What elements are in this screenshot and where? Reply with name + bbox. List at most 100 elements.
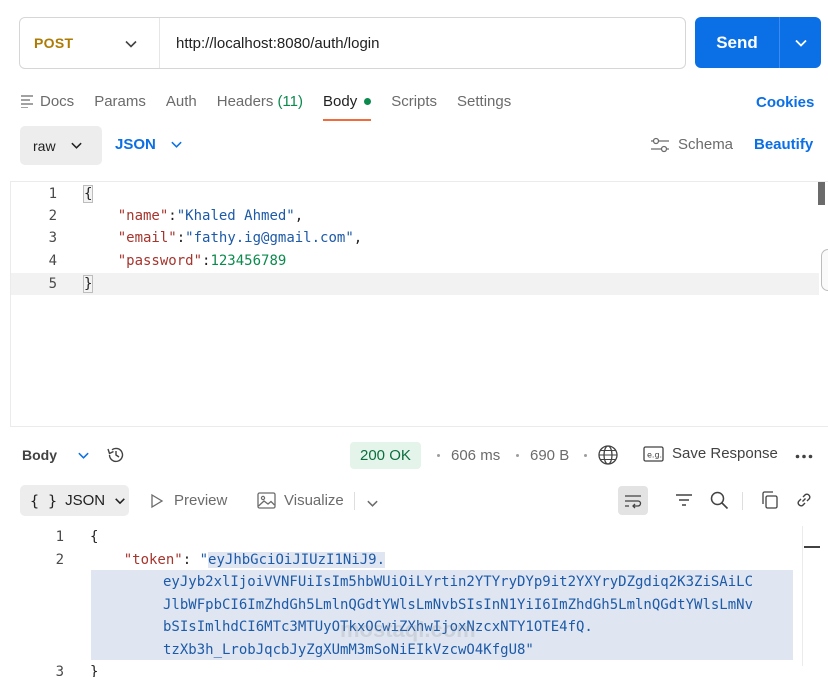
separator-dot	[584, 454, 587, 457]
body-mode-select[interactable]: raw	[20, 126, 102, 165]
request-body-editor[interactable]: 1 { 2 "name":"Khaled Ahmed", 3 "email":"…	[10, 181, 828, 427]
line-code: "token": "eyJhbGciOiJIUzI1NiJ9.	[123, 552, 386, 568]
status-badge[interactable]: 200 OK	[350, 442, 421, 469]
chevron-down-icon	[115, 497, 125, 504]
editor-line-current: 5 }	[11, 273, 819, 295]
tab-label: Headers	[216, 92, 274, 110]
body-format-select[interactable]: JSON	[115, 136, 183, 153]
request-tabs: Docs Params Auth Headers (11) Body Scrip…	[20, 88, 531, 122]
docs-icon	[21, 95, 33, 108]
line-number: 5	[48, 276, 57, 292]
tab-auth[interactable]: Auth	[166, 88, 197, 114]
visualize-label: Visualize	[284, 492, 344, 509]
response-line: 2 "token": "eyJhbGciOiJIUzI1NiJ9.	[20, 549, 800, 571]
body-modified-dot	[364, 97, 372, 105]
close-brace: }	[82, 275, 94, 293]
line-number: 3	[55, 664, 64, 677]
line-number: 2	[55, 552, 64, 568]
response-scroll-marker	[804, 546, 820, 548]
tab-label: Body	[323, 92, 358, 110]
close-brace: }	[90, 664, 99, 677]
svg-text:e.g.: e.g.	[647, 450, 662, 459]
tab-headers[interactable]: Headers (11)	[217, 88, 303, 114]
tab-label: Scripts	[391, 92, 438, 110]
image-icon	[257, 492, 276, 509]
chevron-down-icon[interactable]	[366, 497, 379, 510]
line-code: }	[82, 273, 94, 295]
search-icon[interactable]	[709, 490, 729, 510]
token-line: JlbWFpbCI6ImZhdGh5LmlnQGdtYWlsLmNvbSIsIn…	[163, 597, 754, 613]
filter-icon[interactable]	[674, 490, 694, 510]
visualize-button[interactable]: Visualize	[257, 492, 344, 509]
wrap-lines-button[interactable]	[618, 486, 648, 515]
token-line: eyJyb2xlIjoiVVNFUiIsIm5hbWUiOiLYrtin2YTY…	[163, 574, 754, 590]
line-number: 4	[48, 253, 57, 269]
open-brace: {	[82, 185, 94, 203]
save-response-label: Save Response	[672, 445, 778, 462]
history-icon[interactable]	[106, 445, 126, 465]
link-icon[interactable]	[794, 490, 814, 510]
json-string: "fathy.ig@gmail.com"	[185, 230, 354, 246]
json-colon: :	[168, 208, 177, 224]
cookies-link[interactable]: Cookies	[756, 94, 814, 111]
token-line: eyJhbGciOiJIUzI1NiJ9.	[208, 552, 386, 568]
chevron-down-icon	[78, 452, 89, 459]
json-number: 123456789	[210, 253, 287, 269]
url-input[interactable]: http://localhost:8080/auth/login	[160, 35, 379, 52]
body-format-label: JSON	[115, 136, 156, 153]
json-string: "Khaled Ahmed"	[176, 208, 295, 224]
tab-label: Params	[94, 92, 146, 110]
response-scroll-track[interactable]	[802, 526, 803, 666]
response-time[interactable]: 606 ms	[451, 447, 500, 464]
save-response-button[interactable]: e.g. Save Response	[643, 445, 778, 462]
response-format-select[interactable]: { } JSON	[20, 485, 129, 516]
editor-line: 1 {	[11, 183, 819, 205]
send-button[interactable]: Send	[695, 17, 821, 68]
example-icon: e.g.	[643, 445, 664, 462]
globe-icon[interactable]	[597, 444, 619, 466]
json-key: "name"	[117, 208, 169, 224]
response-section-select[interactable]: Body	[22, 447, 90, 463]
side-panel-handle[interactable]	[821, 249, 828, 291]
tab-params[interactable]: Params	[94, 88, 146, 114]
tab-body[interactable]: Body	[323, 88, 372, 121]
editor-scrollbar[interactable]	[818, 182, 825, 205]
token-line: bSIsImlhdCI6MTc3MTUyOTkxOCwiZXhwIjoxNzcx…	[163, 619, 593, 635]
response-view-bar: { } JSON Preview Visualize	[20, 485, 820, 517]
line-code: "email":"fathy.ig@gmail.com",	[84, 227, 362, 249]
tab-label: Docs	[40, 92, 75, 110]
editor-line: 2 "name":"Khaled Ahmed",	[11, 205, 819, 227]
response-bar: Body 200 OK 606 ms 690 B e.g. Save Respo…	[20, 440, 820, 472]
method-label: POST	[34, 35, 74, 51]
copy-icon[interactable]	[760, 490, 780, 510]
response-body-viewer[interactable]: 1 { 2 "token": "eyJhbGciOiJIUzI1NiJ9. ey…	[20, 526, 828, 677]
response-size[interactable]: 690 B	[530, 447, 569, 464]
braces-icon: { }	[30, 491, 58, 510]
preview-button[interactable]: Preview	[150, 492, 227, 509]
editor-line: 4 "password":123456789	[11, 250, 819, 272]
token-line: tzXb3h_LrobJqcbJyZgXUmM3mSoNiEIkVzcwO4Kf…	[163, 642, 534, 658]
schema-button[interactable]: Schema	[650, 136, 733, 153]
tab-docs[interactable]: Docs	[20, 88, 74, 114]
toolbar-divider	[354, 492, 355, 510]
send-options-button[interactable]	[780, 36, 821, 50]
response-format-label: JSON	[65, 492, 106, 509]
headers-count: (11)	[277, 92, 303, 110]
body-toolbar: raw JSON Schema Beautify	[20, 126, 820, 166]
tab-settings[interactable]: Settings	[457, 88, 511, 114]
line-number: 1	[55, 529, 64, 545]
json-key: "token"	[123, 552, 183, 568]
request-url-bar: POST http://localhost:8080/auth/login	[19, 17, 686, 69]
chevron-down-icon	[794, 39, 807, 47]
line-number: 3	[48, 230, 57, 246]
tab-scripts[interactable]: Scripts	[391, 88, 437, 114]
method-select[interactable]: POST	[20, 18, 160, 68]
json-key: "password"	[117, 253, 203, 269]
wrap-icon	[625, 494, 642, 508]
line-number: 2	[48, 208, 57, 224]
line-code: "password":123456789	[84, 250, 287, 272]
more-options-icon[interactable]	[795, 454, 813, 459]
beautify-button[interactable]: Beautify	[754, 136, 813, 153]
editor-line: 3 "email":"fathy.ig@gmail.com",	[11, 227, 819, 249]
separator-dot	[437, 454, 440, 457]
